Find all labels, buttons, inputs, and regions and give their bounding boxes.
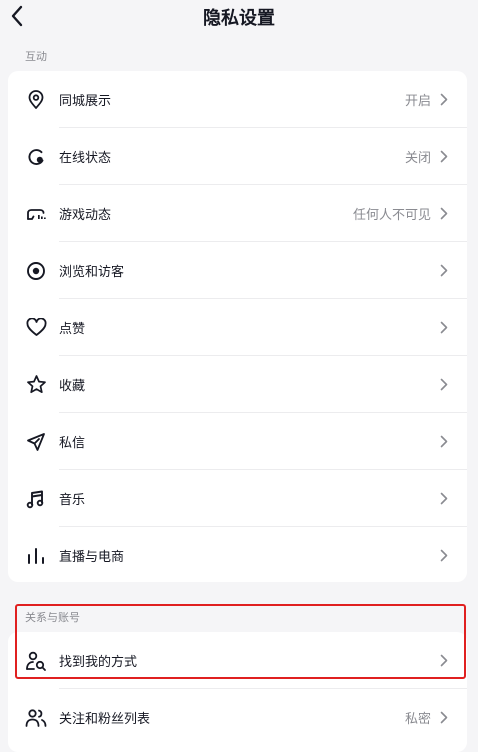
interaction-settings-card: 同城展示 开启 在线状态 关闭 游戏动态 任何人不可见 浏览和访客 点赞 收藏 … (8, 71, 467, 582)
star-icon (25, 374, 47, 396)
row-value: 私密 (404, 712, 431, 727)
row-label: 点赞 (59, 322, 86, 337)
paper-plane-icon (25, 431, 47, 453)
row-label: 收藏 (59, 379, 86, 394)
followers-icon (25, 707, 47, 729)
row-label: 关注和粉丝列表 (59, 712, 151, 727)
music-note-icon (25, 488, 47, 510)
chevron-right-icon (439, 150, 449, 164)
settings-row-direct-messages[interactable]: 私信 (8, 413, 467, 470)
highlight-box (15, 604, 466, 679)
row-label: 浏览和访客 (59, 265, 125, 280)
chevron-right-icon (439, 93, 449, 107)
settings-row-favorites[interactable]: 收藏 (8, 356, 467, 413)
row-value: 开启 (404, 94, 431, 109)
chevron-right-icon (439, 207, 449, 221)
settings-row-nearby-display[interactable]: 同城展示 开启 (8, 71, 467, 128)
settings-row-likes[interactable]: 点赞 (8, 299, 467, 356)
row-label: 音乐 (59, 493, 86, 508)
live-bars-icon (25, 545, 47, 567)
top-bar: 隐私设置 (0, 0, 478, 34)
eye-icon (25, 260, 47, 282)
chevron-right-icon (439, 378, 449, 392)
heart-icon (25, 317, 47, 339)
row-label: 在线状态 (59, 151, 112, 166)
section-label-interaction: 互动 (25, 50, 47, 63)
online-status-icon (25, 146, 47, 168)
row-value: 任何人不可见 (352, 208, 431, 223)
settings-row-music[interactable]: 音乐 (8, 470, 467, 527)
settings-row-browse-visitors[interactable]: 浏览和访客 (8, 242, 467, 299)
game-controller-icon (25, 203, 47, 225)
page-title: 隐私设置 (203, 8, 275, 29)
settings-row-followers-list[interactable]: 关注和粉丝列表 私密 (8, 689, 467, 746)
row-label: 直播与电商 (59, 550, 125, 565)
chevron-right-icon (439, 435, 449, 449)
location-pin-icon (25, 89, 47, 111)
chevron-right-icon (439, 549, 449, 563)
chevron-right-icon (439, 264, 449, 278)
settings-row-online-status[interactable]: 在线状态 关闭 (8, 128, 467, 185)
chevron-right-icon (439, 711, 449, 725)
settings-row-live-commerce[interactable]: 直播与电商 (8, 527, 467, 584)
chevron-right-icon (439, 321, 449, 335)
row-value: 关闭 (404, 151, 431, 166)
settings-row-game-activity[interactable]: 游戏动态 任何人不可见 (8, 185, 467, 242)
row-label: 游戏动态 (59, 208, 112, 223)
row-label: 私信 (59, 436, 86, 451)
row-label: 同城展示 (59, 94, 112, 109)
chevron-right-icon (439, 492, 449, 506)
